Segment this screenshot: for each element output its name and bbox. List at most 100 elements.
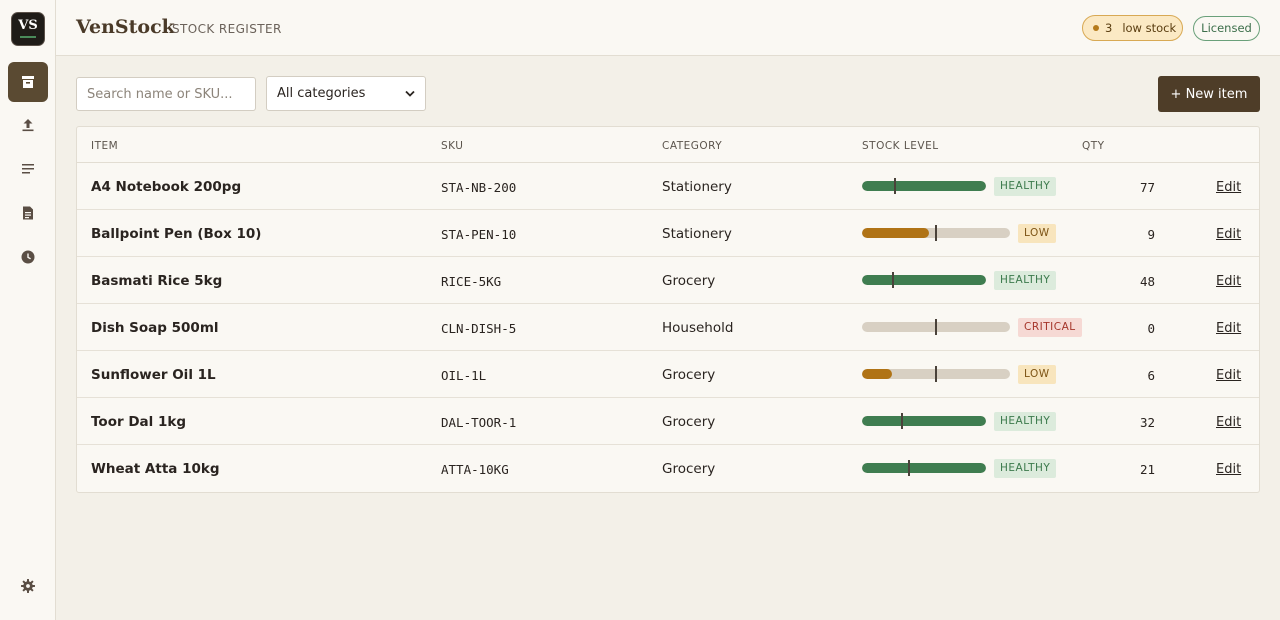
sidebar: VS bbox=[0, 0, 56, 620]
clock-icon bbox=[21, 250, 35, 264]
table-row[interactable]: Basmati Rice 5kg RICE-5KG Grocery HEALTHY 48… bbox=[77, 257, 1259, 304]
reorder-threshold-marker bbox=[901, 413, 903, 429]
item-name: Toor Dal 1kg bbox=[91, 414, 187, 430]
table-header: ITEM SKU CATEGORY STOCK LEVEL QTY bbox=[77, 127, 1259, 163]
license-badge: Licensed bbox=[1193, 16, 1260, 41]
item-category: Grocery bbox=[662, 461, 716, 477]
stock-level-fill bbox=[862, 369, 892, 379]
table-row[interactable]: Ballpoint Pen (Box 10) STA-PEN-10 Statione… bbox=[77, 210, 1259, 257]
edit-link[interactable]: Edit bbox=[1216, 227, 1241, 242]
table-row[interactable]: Wheat Atta 10kg ATTA-10KG Grocery HEALTHY 21… bbox=[77, 445, 1259, 492]
low-stock-count: 3 bbox=[1105, 21, 1113, 35]
stock-level-fill bbox=[862, 416, 986, 426]
top-header: VenStock STOCK REGISTER 3 low stock Lice… bbox=[56, 0, 1280, 56]
item-qty: 9 bbox=[1147, 227, 1155, 242]
upload-icon bbox=[22, 119, 34, 132]
chevron-down-icon bbox=[405, 90, 415, 97]
item-name: Dish Soap 500ml bbox=[91, 320, 219, 336]
stock-level-fill bbox=[862, 275, 986, 285]
table-row[interactable]: A4 Notebook 200pg STA-NB-200 Stationery HEA… bbox=[77, 163, 1259, 210]
stock-status-badge: HEALTHY bbox=[994, 271, 1057, 290]
app-brand: VenStock bbox=[76, 16, 175, 38]
stock-level-fill bbox=[862, 228, 929, 238]
item-sku: STA-NB-200 bbox=[441, 180, 517, 195]
stock-level-bar bbox=[862, 463, 986, 473]
sidebar-item-reports[interactable] bbox=[8, 193, 48, 233]
list-icon bbox=[22, 164, 34, 174]
reorder-threshold-marker bbox=[935, 225, 937, 241]
column-header-item[interactable]: ITEM bbox=[91, 140, 118, 152]
logo-accent bbox=[20, 36, 36, 38]
item-category: Grocery bbox=[662, 273, 716, 289]
stock-level-fill bbox=[862, 181, 986, 191]
search-input[interactable] bbox=[76, 77, 256, 111]
stock-status-badge: HEALTHY bbox=[994, 412, 1057, 431]
item-sku: RICE-5KG bbox=[441, 274, 502, 289]
stock-status-badge: CRITICAL bbox=[1018, 318, 1082, 337]
archive-box-icon bbox=[22, 76, 34, 88]
item-qty: 21 bbox=[1139, 462, 1155, 477]
item-sku: ATTA-10KG bbox=[441, 462, 509, 477]
item-category: Stationery bbox=[662, 179, 732, 195]
page-subtitle: STOCK REGISTER bbox=[172, 22, 282, 36]
reorder-threshold-marker bbox=[894, 178, 896, 194]
item-qty: 48 bbox=[1139, 274, 1155, 289]
item-qty: 6 bbox=[1147, 368, 1155, 383]
edit-link[interactable]: Edit bbox=[1216, 274, 1241, 289]
item-qty: 77 bbox=[1139, 180, 1155, 195]
item-sku: CLN-DISH-5 bbox=[441, 321, 517, 336]
logo-text: VS bbox=[18, 18, 38, 33]
edit-link[interactable]: Edit bbox=[1216, 462, 1241, 477]
reorder-threshold-marker bbox=[892, 272, 894, 288]
item-sku: STA-PEN-10 bbox=[441, 227, 517, 242]
low-stock-badge[interactable]: 3 low stock bbox=[1082, 15, 1183, 41]
item-category: Grocery bbox=[662, 414, 716, 430]
column-header-sku[interactable]: SKU bbox=[441, 140, 463, 152]
item-sku: DAL-TOOR-1 bbox=[441, 415, 517, 430]
item-qty: 0 bbox=[1147, 321, 1155, 336]
category-select-value: All categories bbox=[277, 86, 366, 101]
item-name: A4 Notebook 200pg bbox=[91, 179, 242, 195]
gear-icon bbox=[21, 579, 35, 593]
edit-link[interactable]: Edit bbox=[1216, 368, 1241, 383]
sidebar-item-list[interactable] bbox=[8, 149, 48, 189]
new-item-button[interactable]: + New item bbox=[1158, 76, 1260, 112]
item-category: Household bbox=[662, 320, 734, 336]
low-stock-label: low stock bbox=[1122, 21, 1177, 35]
edit-link[interactable]: Edit bbox=[1216, 321, 1241, 336]
edit-link[interactable]: Edit bbox=[1216, 180, 1241, 195]
item-name: Ballpoint Pen (Box 10) bbox=[91, 226, 262, 242]
item-category: Stationery bbox=[662, 226, 732, 242]
item-name: Wheat Atta 10kg bbox=[91, 461, 220, 477]
column-header-category[interactable]: CATEGORY bbox=[662, 140, 722, 152]
reorder-threshold-marker bbox=[908, 460, 910, 476]
category-select[interactable]: All categories bbox=[266, 76, 426, 111]
reorder-threshold-marker bbox=[935, 319, 937, 335]
stock-level-fill bbox=[862, 463, 986, 473]
table-row[interactable]: Toor Dal 1kg DAL-TOOR-1 Grocery HEALTHY 32 Ed… bbox=[77, 398, 1259, 445]
column-header-stock-level[interactable]: STOCK LEVEL bbox=[862, 140, 939, 152]
sidebar-item-inventory[interactable] bbox=[8, 62, 48, 102]
stock-status-badge: LOW bbox=[1018, 224, 1056, 243]
warning-dot-icon bbox=[1093, 25, 1099, 31]
sidebar-item-settings[interactable] bbox=[8, 566, 48, 606]
table-row[interactable]: Dish Soap 500ml CLN-DISH-5 Household CRITIC… bbox=[77, 304, 1259, 351]
stock-status-badge: HEALTHY bbox=[994, 177, 1057, 196]
reorder-threshold-marker bbox=[935, 366, 937, 382]
stock-status-badge: HEALTHY bbox=[994, 459, 1057, 478]
item-category: Grocery bbox=[662, 367, 716, 383]
item-qty: 32 bbox=[1139, 415, 1155, 430]
app-logo[interactable]: VS bbox=[11, 12, 45, 46]
sidebar-item-history[interactable] bbox=[8, 237, 48, 277]
sidebar-item-import[interactable] bbox=[8, 105, 48, 145]
stock-level-bar bbox=[862, 275, 986, 285]
item-sku: OIL-1L bbox=[441, 368, 487, 383]
stock-table: ITEM SKU CATEGORY STOCK LEVEL QTY A4 Not… bbox=[76, 126, 1260, 493]
edit-link[interactable]: Edit bbox=[1216, 415, 1241, 430]
table-row[interactable]: Sunflower Oil 1L OIL-1L Grocery LOW 6 Edit bbox=[77, 351, 1259, 398]
item-name: Basmati Rice 5kg bbox=[91, 273, 223, 289]
stock-level-bar bbox=[862, 181, 986, 191]
stock-status-badge: LOW bbox=[1018, 365, 1056, 384]
column-header-qty[interactable]: QTY bbox=[1082, 140, 1105, 152]
item-name: Sunflower Oil 1L bbox=[91, 367, 216, 383]
